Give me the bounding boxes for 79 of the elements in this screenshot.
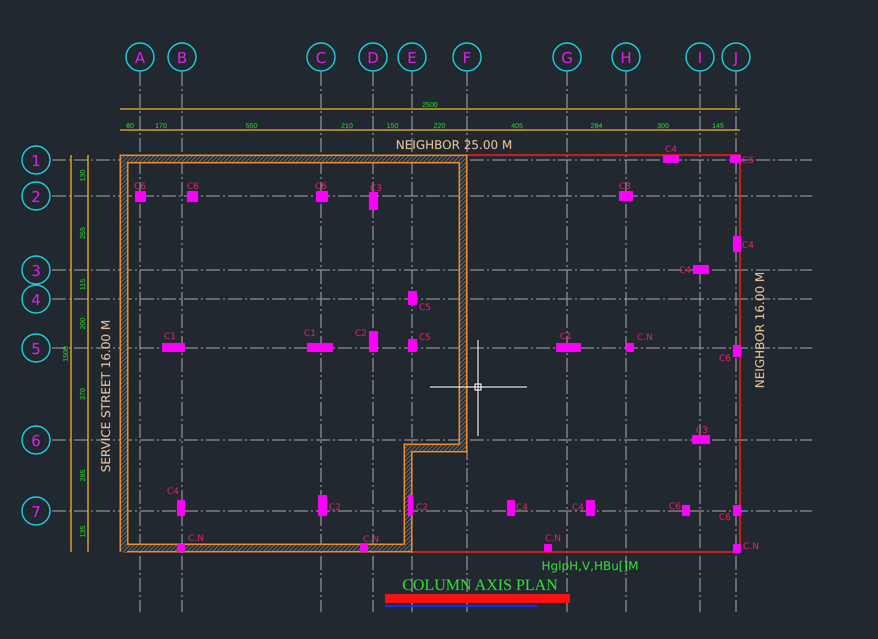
column-mark xyxy=(733,345,741,357)
crosshair-cursor-icon xyxy=(430,340,528,436)
column-mark xyxy=(177,544,185,552)
column-label: C2 xyxy=(354,329,367,339)
axis-bubble: 7 xyxy=(21,496,51,526)
column-label: C6 xyxy=(718,354,731,364)
axis-bubble: 2 xyxy=(21,181,51,211)
column-mark xyxy=(408,339,417,352)
column-label: C6 xyxy=(742,156,754,166)
column-mark xyxy=(187,191,198,202)
column-label: C4 xyxy=(665,145,677,155)
column-mark xyxy=(586,500,595,516)
column-mark xyxy=(692,435,710,444)
column-mark xyxy=(693,265,709,274)
axis-bubble: 5 xyxy=(21,333,51,363)
axis-bubble: 1 xyxy=(21,145,51,175)
axis-bubble: G xyxy=(552,42,582,72)
column-mark xyxy=(318,495,327,516)
column-label: C.N xyxy=(363,535,379,545)
column-mark xyxy=(408,495,413,516)
axis-bubble: H xyxy=(611,42,641,72)
column-label: C1 xyxy=(560,332,572,342)
column-label: C4 xyxy=(572,503,584,513)
axis-bubble: C xyxy=(306,42,336,72)
axis-bubble: A xyxy=(125,42,155,72)
column-mark xyxy=(544,544,552,552)
column-mark xyxy=(162,343,185,352)
column-label: C2 xyxy=(329,503,342,513)
column-mark xyxy=(369,331,378,352)
column-label: C6 xyxy=(187,182,199,192)
axis-bubble: J xyxy=(721,42,751,72)
column-label: C.N xyxy=(637,333,653,343)
column-mark xyxy=(307,343,333,352)
column-label: C6 xyxy=(668,502,681,512)
axis-bubble: 3 xyxy=(21,255,51,285)
column-mark xyxy=(507,500,515,516)
column-label: C3 xyxy=(696,426,708,436)
neighbor-label: NEIGHBOR 25.00 M xyxy=(396,138,512,152)
axis-bubble: 4 xyxy=(21,284,51,314)
column-mark xyxy=(733,236,741,252)
column-label: C4 xyxy=(742,241,754,251)
column-mark xyxy=(626,343,634,352)
column-mark xyxy=(316,191,328,202)
column-mark xyxy=(369,192,378,210)
column-label: C2 xyxy=(416,503,428,513)
axis-bubble: F xyxy=(452,42,482,72)
column-label: C6 xyxy=(718,513,731,523)
column-mark xyxy=(135,191,146,202)
column-label: C4 xyxy=(167,487,179,497)
column-mark xyxy=(556,343,581,352)
column-label: C6 xyxy=(315,182,327,192)
column-label: C6 xyxy=(134,182,146,192)
column-label: C1 xyxy=(164,332,176,342)
column-label: C5 xyxy=(419,333,432,343)
column-mark xyxy=(177,500,185,516)
column-mark xyxy=(408,291,417,305)
column-mark xyxy=(663,155,679,163)
column-label: C3 xyxy=(619,182,631,192)
column-mark xyxy=(682,505,690,516)
column-label: C.N xyxy=(188,534,204,544)
column-label: C4 xyxy=(516,503,528,513)
street-label: SERVICE STREET 16.00 M xyxy=(99,320,113,472)
column-mark xyxy=(619,191,633,201)
column-label: C1 xyxy=(304,329,316,339)
axis-bubble: 6 xyxy=(21,425,51,455)
axis-bubble: B xyxy=(167,42,197,72)
column-mark xyxy=(733,544,741,553)
axis-bubble: E xyxy=(397,42,427,72)
column-label: C5 xyxy=(419,303,432,313)
column-mark xyxy=(733,505,741,516)
column-label: C.N xyxy=(545,534,561,544)
axis-bubble: I xyxy=(685,42,715,72)
column-label: C3 xyxy=(370,184,382,194)
neighbor-label: NEIGHBOR 16.00 M xyxy=(753,272,767,388)
column-mark xyxy=(360,544,368,552)
column-label: C4 xyxy=(678,266,691,276)
column-label: C.N xyxy=(743,542,759,552)
axis-bubble: D xyxy=(358,42,388,72)
column-mark xyxy=(730,155,741,163)
